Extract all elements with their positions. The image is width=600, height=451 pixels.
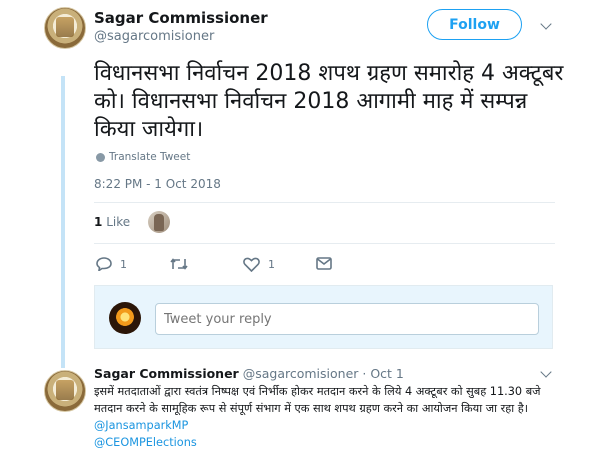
mention-link[interactable]: @CEOMPElections bbox=[94, 436, 197, 449]
tweet-text: विधानसभा निर्वाचन 2018 शपथ ग्रहण समारोह … bbox=[94, 61, 564, 142]
chevron-down-icon[interactable] bbox=[540, 366, 552, 378]
author-avatar[interactable] bbox=[44, 7, 86, 49]
reply-action[interactable]: 1 bbox=[96, 257, 127, 271]
author-handle[interactable]: @sagarcomisioner bbox=[94, 29, 214, 44]
reply-author-avatar[interactable] bbox=[44, 370, 86, 412]
reply-icon bbox=[96, 257, 112, 271]
divider bbox=[94, 202, 555, 203]
translate-label[interactable]: Translate Tweet bbox=[109, 151, 190, 163]
thread-line bbox=[61, 76, 65, 368]
translate-tweet-link[interactable]: Translate Tweet bbox=[96, 151, 190, 163]
likes-count: 1 bbox=[94, 215, 103, 229]
like-action[interactable]: 1 bbox=[243, 257, 275, 272]
reply-date[interactable]: · Oct 1 bbox=[362, 366, 404, 381]
chevron-down-icon[interactable] bbox=[540, 18, 552, 30]
message-action[interactable] bbox=[316, 257, 332, 270]
tweet-timestamp[interactable]: 8:22 PM - 1 Oct 2018 bbox=[94, 177, 221, 191]
message-icon bbox=[316, 257, 332, 270]
reply-author-name[interactable]: Sagar Commissioner bbox=[94, 366, 239, 381]
reply-count: 1 bbox=[120, 257, 127, 271]
liker-avatar[interactable] bbox=[148, 211, 170, 233]
mention-link[interactable]: @JansamparkMP bbox=[94, 419, 188, 432]
author-name[interactable]: Sagar Commissioner bbox=[94, 9, 268, 27]
globe-icon bbox=[96, 152, 105, 162]
likes-label: Like bbox=[106, 215, 131, 229]
like-count: 1 bbox=[268, 258, 275, 271]
retweet-action[interactable] bbox=[170, 257, 188, 271]
reply-input[interactable] bbox=[155, 303, 539, 335]
divider bbox=[94, 243, 555, 244]
likes-stat[interactable]: 1 Like bbox=[94, 215, 130, 229]
follow-button[interactable]: Follow bbox=[427, 9, 522, 40]
reply-tweet-text: इसमें मतदाताओं द्वारा स्वतंत्र निष्पक्ष … bbox=[94, 383, 554, 451]
reply-author-handle[interactable]: @sagarcomisioner bbox=[243, 366, 359, 381]
reply-header: Sagar Commissioner @sagarcomisioner · Oc… bbox=[94, 366, 404, 381]
heart-icon bbox=[243, 257, 260, 272]
reply-text-body: इसमें मतदाताओं द्वारा स्वतंत्र निष्पक्ष … bbox=[94, 385, 541, 415]
reply-composer bbox=[94, 285, 553, 349]
retweet-icon bbox=[170, 258, 188, 270]
current-user-avatar bbox=[109, 302, 141, 334]
